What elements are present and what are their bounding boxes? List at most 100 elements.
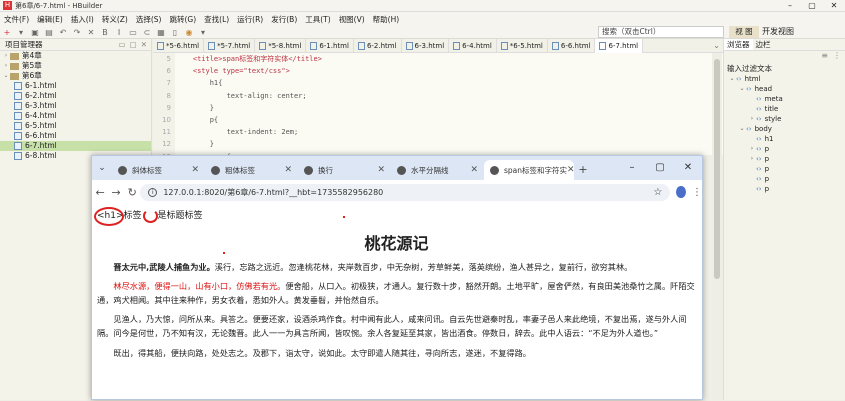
bold-icon[interactable]: B <box>100 28 110 37</box>
close-panel-icon[interactable]: ✕ <box>141 39 147 50</box>
project-tree-item[interactable]: 6-4.html <box>0 111 151 121</box>
code-line[interactable]: text-indent: 2em; <box>176 126 706 138</box>
project-tree-item[interactable]: 6-1.html <box>0 81 151 91</box>
expand-arrow-icon[interactable]: › <box>2 51 10 61</box>
run-dropdown-icon[interactable]: ▾ <box>198 28 208 37</box>
menu-view[interactable]: 视图(V) <box>335 14 369 25</box>
expand-arrow-icon[interactable]: ⌄ <box>728 74 736 84</box>
site-info-icon[interactable]: i <box>148 187 158 197</box>
menu-select[interactable]: 选择(S) <box>132 14 166 25</box>
close-icon[interactable]: ✕ <box>823 1 845 10</box>
menu-help[interactable]: 帮助(H) <box>369 14 404 25</box>
editor-tab[interactable]: 6-1.html <box>306 38 354 53</box>
collapse-icon[interactable]: ▭ <box>119 39 126 50</box>
editor-tab[interactable]: *5-8.html <box>255 38 307 53</box>
menu-tools[interactable]: 工具(T) <box>301 14 334 25</box>
editor-tab[interactable]: 6-4.html <box>449 38 497 53</box>
editor-scrollbar[interactable] <box>712 53 722 400</box>
editor-tab[interactable]: *6-5.html <box>497 38 548 53</box>
expand-arrow-icon[interactable]: ⌄ <box>2 71 10 81</box>
code-line[interactable]: <style type="text/css"> <box>176 65 706 77</box>
project-tree-item[interactable]: › 第5章 <box>0 61 151 71</box>
code-line[interactable]: } <box>176 102 706 114</box>
code-line[interactable]: } <box>176 138 706 150</box>
expand-arrow-icon[interactable]: ⌄ <box>738 124 746 134</box>
project-tree-item[interactable]: 6-6.html <box>0 131 151 141</box>
project-tree-item[interactable]: 6-7.html <box>0 141 151 151</box>
new-tab-icon[interactable]: + <box>574 160 592 180</box>
tab-sidebar[interactable]: 边栏 <box>753 39 774 50</box>
browser-icon[interactable]: ◉ <box>184 28 194 37</box>
browser-tab[interactable]: 斜体标签 ✕ <box>112 160 205 180</box>
back-icon[interactable]: ← <box>92 186 108 199</box>
dom-node[interactable]: ‹› p <box>724 184 845 194</box>
view-button[interactable]: 视 图 <box>729 26 759 38</box>
search-input[interactable]: 搜索（双击Ctrl） <box>598 26 724 38</box>
dom-node[interactable]: ⌄ ‹› body <box>724 124 845 134</box>
tab-overflow-icon[interactable]: ⌄ <box>713 41 723 50</box>
save-all-icon[interactable]: ▤ <box>44 28 54 37</box>
menu-edit[interactable]: 编辑(E) <box>33 14 67 25</box>
browser-tab[interactable]: span标签和字符实 ✕ <box>484 160 574 180</box>
dom-node[interactable]: ‹› p <box>724 174 845 184</box>
dom-node[interactable]: › ‹› p <box>724 154 845 164</box>
project-tree-item[interactable]: ⌄ 第6章 <box>0 71 151 81</box>
dom-node[interactable]: ⌄ ‹› html <box>724 74 845 84</box>
profile-icon[interactable] <box>676 186 686 198</box>
project-tree-item[interactable]: 6-2.html <box>0 91 151 101</box>
tab-browser[interactable]: 浏览器 <box>724 39 753 50</box>
close-file-icon[interactable]: ✕ <box>86 28 96 37</box>
dev-view-selector[interactable]: 开发视图 <box>762 26 794 38</box>
code-line[interactable]: h1{ <box>176 77 706 89</box>
comment-icon[interactable]: ▭ <box>128 28 138 37</box>
new-icon[interactable]: + <box>2 28 12 37</box>
close-tab-icon[interactable]: ✕ <box>567 165 574 175</box>
minimize-icon[interactable]: – <box>779 1 801 10</box>
code-line[interactable]: <title>span标签和字符实体</title> <box>176 53 706 65</box>
project-tree-item[interactable]: 6-3.html <box>0 101 151 111</box>
dom-node[interactable]: › ‹› style <box>724 114 845 124</box>
save-icon[interactable]: ▣ <box>30 28 40 37</box>
editor-tab[interactable]: 6-2.html <box>354 38 402 53</box>
browser-close-icon[interactable]: ✕ <box>674 156 702 180</box>
tab-search-icon[interactable]: ⌄ <box>92 156 112 180</box>
menu-insert[interactable]: 插入(I) <box>67 14 98 25</box>
undo-icon[interactable]: ↶ <box>58 28 68 37</box>
redo-icon[interactable]: ↷ <box>72 28 82 37</box>
editor-tab[interactable]: 6-6.html <box>548 38 596 53</box>
menu-publish[interactable]: 发行(B) <box>267 14 301 25</box>
project-tree-item[interactable]: › 第4章 <box>0 51 151 61</box>
link-icon[interactable]: ⊂ <box>142 28 152 37</box>
maximize-panel-icon[interactable]: ▢ <box>130 39 137 50</box>
menu-run[interactable]: 运行(R) <box>233 14 267 25</box>
editor-tab[interactable]: 6-3.html <box>402 38 450 53</box>
dom-node[interactable]: ⌄ ‹› head <box>724 84 845 94</box>
expand-arrow-icon[interactable]: ⌄ <box>738 84 746 94</box>
menu-file[interactable]: 文件(F) <box>0 14 33 25</box>
phone-icon[interactable]: ▯ <box>170 28 180 37</box>
url-field[interactable]: i 127.0.0.1:8020/第6章/6-7.html?__hbt=1735… <box>140 183 671 201</box>
dom-node[interactable]: ‹› meta <box>724 94 845 104</box>
more-menu-icon[interactable]: ⋮ <box>692 187 702 198</box>
code-line[interactable]: text-align: center; <box>176 90 706 102</box>
browser-tab[interactable]: 粗体标签 ✕ <box>205 160 298 180</box>
image-icon[interactable]: ▦ <box>156 28 166 37</box>
expand-arrow-icon[interactable]: › <box>748 114 756 124</box>
maximize-icon[interactable]: ▢ <box>801 1 823 10</box>
menu-goto[interactable]: 跳转(G) <box>165 14 200 25</box>
editor-tab[interactable]: *5-6.html <box>153 38 205 53</box>
forward-icon[interactable]: → <box>108 186 124 199</box>
italic-icon[interactable]: I <box>114 28 124 37</box>
browser-tab[interactable]: 换行 ✕ <box>298 160 391 180</box>
reload-icon[interactable]: ↻ <box>124 186 140 199</box>
expand-arrow-icon[interactable]: › <box>748 154 756 164</box>
browser-maximize-icon[interactable]: ▢ <box>646 156 674 180</box>
project-tree-item[interactable]: 6-5.html <box>0 121 151 131</box>
menu-find[interactable]: 查找(L) <box>200 14 233 25</box>
scrollbar-thumb[interactable] <box>714 59 720 279</box>
expand-arrow-icon[interactable]: › <box>2 61 10 71</box>
browser-minimize-icon[interactable]: – <box>618 156 646 180</box>
close-tab-icon[interactable]: ✕ <box>470 165 478 175</box>
editor-tab[interactable]: 6-7.html <box>595 38 644 53</box>
close-tab-icon[interactable]: ✕ <box>284 165 292 175</box>
